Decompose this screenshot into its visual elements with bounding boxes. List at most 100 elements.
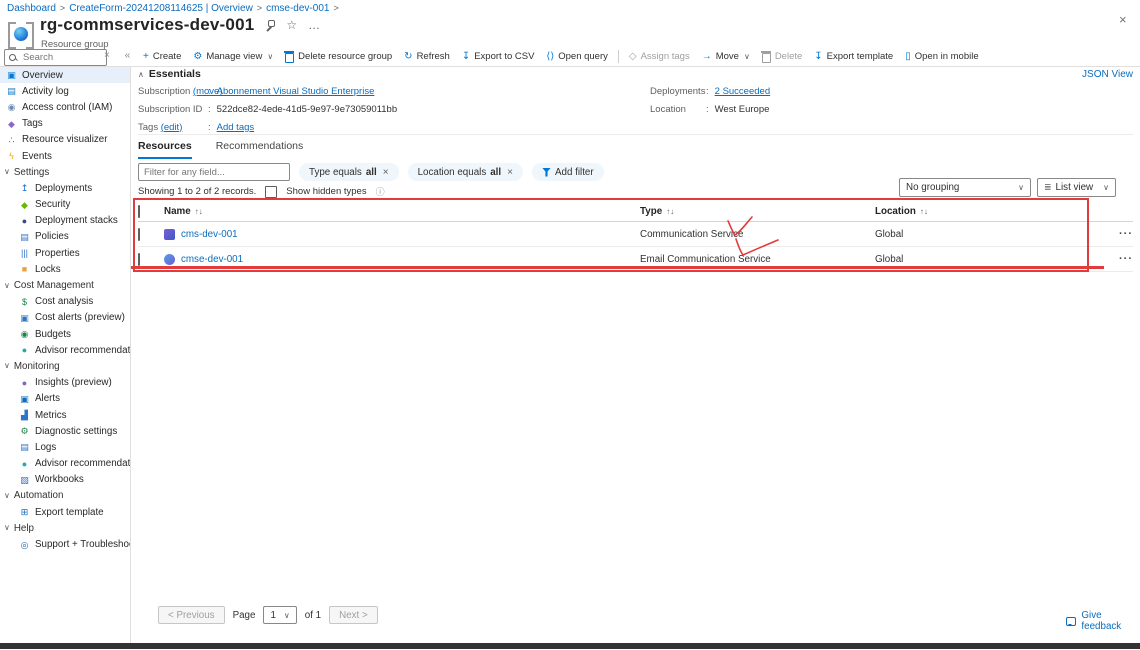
open-query-button[interactable]: ⟨⟩Open query — [540, 51, 613, 62]
column-header-type[interactable]: Type↑↓ — [640, 206, 875, 217]
row-menu-button[interactable]: ··· — [1103, 253, 1133, 265]
page-of-label: of 1 — [305, 610, 321, 621]
open-in-mobile-button[interactable]: ▯Open in mobile — [899, 51, 984, 62]
export-to-csv-button[interactable]: ↧Export to CSV — [456, 51, 541, 62]
table-row-cmse-dev-001[interactable]: cmse-dev-001Email Communication ServiceG… — [138, 247, 1133, 272]
pill-close-icon[interactable]: × — [383, 167, 389, 178]
sidebar-item-label: Budgets — [35, 329, 71, 340]
breadcrumb-item-createform-20241208114625-overview[interactable]: CreateForm-20241208114625 | Overview — [69, 3, 253, 14]
essentials-header[interactable]: ∧Essentials — [138, 68, 201, 80]
sidebar-item-support-troubleshooting[interactable]: ◎Support + Troubleshooting — [0, 536, 130, 552]
assign-tags-button[interactable]: ◇Assign tags — [623, 51, 696, 62]
row-menu-button[interactable]: ··· — [1103, 228, 1133, 240]
sidebar-collapse-icons[interactable]: × « — [104, 50, 136, 61]
sidebar-item-security[interactable]: ◆Security — [0, 197, 130, 213]
export-template-button[interactable]: ↧Export template — [808, 51, 899, 62]
resource-name-link[interactable]: cms-dev-001 — [181, 229, 238, 240]
sidebar-section-settings[interactable]: ∨Settings — [0, 164, 130, 180]
filter-pill-location-equals[interactable]: Location equals all× — [408, 163, 523, 181]
show-hidden-checkbox[interactable] — [265, 186, 277, 198]
table-body: cms-dev-001Communication ServiceGlobal··… — [138, 222, 1133, 272]
sidebar-item-advisor-recommendations[interactable]: ●Advisor recommendations — [0, 456, 130, 472]
column-header-name[interactable]: Name↑↓ — [164, 206, 640, 217]
sidebar-item-policies[interactable]: ▤Policies — [0, 229, 130, 245]
delete-resource-group-button[interactable]: Delete resource group — [279, 50, 398, 63]
search-input[interactable] — [21, 51, 95, 64]
sidebar-item-cost-analysis[interactable]: $Cost analysis — [0, 294, 130, 310]
sidebar-item-alerts[interactable]: ▣Alerts — [0, 391, 130, 407]
next-page-button[interactable]: Next > — [329, 606, 378, 624]
add-tags-link[interactable]: Add tags — [217, 122, 255, 133]
metrics-icon: ▟ — [19, 410, 30, 420]
breadcrumb-item-cmse-dev-001[interactable]: cmse-dev-001 — [266, 3, 329, 14]
sidebar-item-resource-visualizer[interactable]: ∴Resource visualizer — [0, 132, 130, 148]
sidebar-item-advisor-recommendations[interactable]: ●Advisor recommendations — [0, 342, 130, 358]
create-button[interactable]: +Create — [137, 51, 187, 62]
delete-button[interactable]: Delete — [756, 50, 808, 63]
pin-icon[interactable] — [265, 20, 275, 30]
sidebar-item-deployment-stacks[interactable]: ●Deployment stacks — [0, 213, 130, 229]
email-communication-service-icon — [164, 254, 175, 265]
export-template-icon: ⊞ — [19, 507, 30, 517]
sidebar-section-cost-management[interactable]: ∨Cost Management — [0, 277, 130, 293]
sidebar-item-workbooks[interactable]: ▧Workbooks — [0, 472, 130, 488]
sidebar-item-logs[interactable]: ▤Logs — [0, 439, 130, 455]
filter-input[interactable] — [138, 163, 290, 181]
title-row: rg-commservices-dev-001 ☆ … — [40, 15, 320, 35]
resource-name-link[interactable]: cmse-dev-001 — [181, 254, 243, 265]
pill-close-icon[interactable]: × — [507, 167, 513, 178]
deployments-link[interactable]: 2 Succeeded — [715, 86, 770, 97]
give-feedback-button[interactable]: Give feedback — [1066, 610, 1140, 632]
grouping-select[interactable]: No grouping ∨ — [899, 178, 1031, 197]
row-checkbox[interactable] — [138, 253, 140, 266]
sidebar-section-help[interactable]: ∨Help — [0, 520, 130, 536]
sidebar-item-overview[interactable]: ▣Overview — [0, 67, 130, 83]
subscription-link[interactable]: Abonnement Visual Studio Enterprise — [217, 86, 375, 97]
tab-resources[interactable]: Resources — [138, 140, 192, 159]
sidebar-item-label: Deployments — [35, 183, 92, 194]
view-value: List view — [1056, 182, 1094, 193]
manage-view-button[interactable]: ⚙Manage view∨ — [187, 51, 279, 62]
sidebar-item-budgets[interactable]: ◉Budgets — [0, 326, 130, 342]
tab-recommendations[interactable]: Recommendations — [216, 140, 304, 159]
row-checkbox[interactable] — [138, 228, 140, 241]
sidebar-item-deployments[interactable]: ↥Deployments — [0, 180, 130, 196]
feedback-label: Give feedback — [1081, 610, 1140, 632]
close-icon[interactable]: × — [1119, 12, 1127, 27]
move-button[interactable]: →Move∨ — [696, 51, 756, 62]
sidebar-search[interactable] — [4, 49, 107, 66]
edit-tags-link[interactable]: (edit) — [161, 122, 183, 133]
sidebar-item-cost-alerts-preview[interactable]: ▣Cost alerts (preview) — [0, 310, 130, 326]
sidebar-item-tags[interactable]: ◆Tags — [0, 116, 130, 132]
sidebar-item-locks[interactable]: ■Locks — [0, 261, 130, 277]
policies-icon: ▤ — [19, 232, 30, 242]
filter-pill-type-equals[interactable]: Type equals all× — [299, 163, 399, 181]
sidebar-item-activity-log[interactable]: ▤Activity log — [0, 83, 130, 99]
sidebar-section-monitoring[interactable]: ∨Monitoring — [0, 358, 130, 374]
sidebar-item-events[interactable]: ϟEvents — [0, 148, 130, 164]
previous-page-button[interactable]: < Previous — [158, 606, 225, 624]
sidebar-item-metrics[interactable]: ▟Metrics — [0, 407, 130, 423]
sidebar-item-properties[interactable]: |||Properties — [0, 245, 130, 261]
sidebar-item-access-control-iam[interactable]: ◉Access control (IAM) — [0, 99, 130, 115]
add-filter-button[interactable]: Add filter — [532, 163, 604, 181]
refresh-button[interactable]: ↻Refresh — [398, 51, 456, 62]
sidebar-section-automation[interactable]: ∨Automation — [0, 488, 130, 504]
breadcrumb-item-dashboard[interactable]: Dashboard — [7, 3, 56, 14]
sidebar-item-diagnostic-settings[interactable]: ⚙Diagnostic settings — [0, 423, 130, 439]
toolbar-label: Move — [716, 51, 739, 62]
security-icon: ◆ — [19, 200, 30, 210]
table-row-cms-dev-001[interactable]: cms-dev-001Communication ServiceGlobal··… — [138, 222, 1133, 247]
favorite-star-icon[interactable]: ☆ — [286, 18, 297, 32]
more-options-icon[interactable]: … — [308, 18, 320, 32]
sidebar-item-export-template[interactable]: ⊞Export template — [0, 504, 130, 520]
essentials-label: Deployments — [650, 86, 706, 97]
column-header-location[interactable]: Location↑↓ — [875, 206, 1103, 217]
select-all-checkbox[interactable] — [138, 205, 140, 218]
json-view-link[interactable]: JSON View — [1082, 69, 1133, 80]
sort-icon: ↑↓ — [666, 207, 674, 216]
view-select[interactable]: ≣List view ∨ — [1037, 178, 1116, 197]
page-number-select[interactable]: 1 ∨ — [263, 606, 296, 624]
workbooks-icon: ▧ — [19, 475, 30, 485]
sidebar-item-insights-preview[interactable]: ●Insights (preview) — [0, 375, 130, 391]
